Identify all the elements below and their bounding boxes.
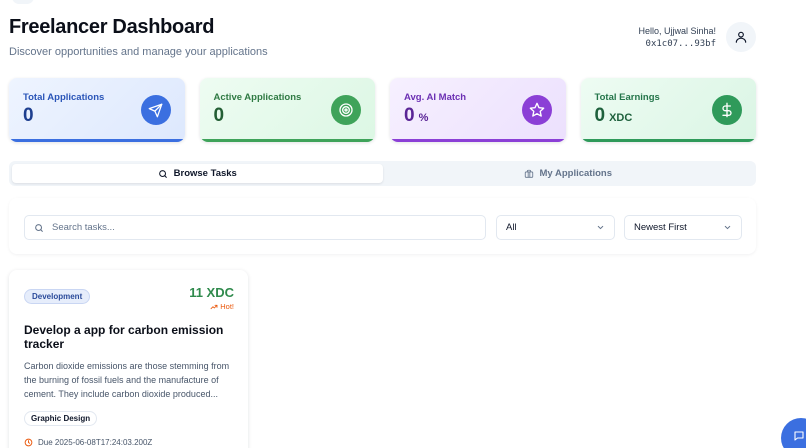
dollar-icon (712, 95, 742, 125)
tab-my-applications[interactable]: My Applications (383, 164, 754, 183)
user-icon (735, 31, 747, 43)
trending-up-icon (210, 304, 218, 309)
star-icon (521, 95, 552, 125)
stat-total-earnings: Total Earnings 0 XDC (580, 78, 756, 142)
stat-number: 0 (213, 105, 225, 126)
stat-ai-match: Avg. AI Match 0% (390, 78, 566, 142)
task-title: Develop a app for carbon emission tracke… (24, 323, 224, 351)
top-scroll-stub (12, 0, 34, 4)
hot-badge: Hot! (189, 302, 234, 311)
page-header: Freelancer Dashboard Discover opportunit… (9, 16, 756, 66)
send-icon (140, 95, 171, 125)
category-badge: Development (24, 289, 91, 304)
skill-tag: Graphic Design (24, 411, 98, 426)
chevron-down-icon (724, 225, 731, 230)
task-card[interactable]: Development 11 XDC Hot! Develop a app fo… (9, 270, 248, 448)
due-date-text: Due 2025-06-08T17:24:03.200Z (38, 438, 153, 447)
search-box[interactable] (24, 215, 486, 240)
profile-button[interactable] (726, 22, 756, 52)
sort-select-value: Newest First (634, 222, 687, 233)
wallet-address: 0x1c07...93bf (645, 39, 716, 49)
message-icon (794, 431, 804, 441)
search-input[interactable] (52, 222, 452, 233)
user-greeting: Hello, Ujjwal Sinha! (638, 26, 716, 36)
task-description: Carbon dioxide emissions are those stemm… (24, 361, 230, 399)
stat-number: 0 (23, 105, 34, 126)
category-select-value: All (506, 222, 517, 233)
stat-total-applications: Total Applications 0 (9, 78, 185, 142)
chat-button[interactable] (781, 418, 806, 448)
stat-unit: % (418, 112, 429, 124)
search-icon (35, 223, 43, 232)
sort-select[interactable]: Newest First (624, 215, 742, 240)
tab-bar: Browse Tasks My Applications (9, 161, 756, 186)
briefcase-icon (524, 169, 533, 178)
reward-amount: 11 XDC (189, 285, 234, 300)
target-icon (331, 95, 361, 125)
tab-browse-tasks[interactable]: Browse Tasks (12, 164, 383, 183)
reward-block: 11 XDC Hot! (189, 285, 234, 311)
clock-icon (24, 438, 33, 447)
search-icon (158, 169, 167, 178)
stat-number: 0 (404, 105, 415, 126)
hot-label: Hot! (220, 302, 234, 311)
stats-row: Total Applications 0 Active Applications… (9, 78, 756, 142)
user-info: Hello, Ujjwal Sinha! 0x1c07...93bf (638, 26, 716, 49)
due-date: Due 2025-06-08T17:24:03.200Z (24, 438, 233, 447)
stat-number: 0 (594, 105, 606, 126)
filter-panel: All Newest First (9, 198, 756, 254)
stat-unit: XDC (609, 112, 633, 124)
stat-active-applications: Active Applications 0 (199, 78, 375, 142)
chevron-down-icon (597, 225, 604, 230)
tab-label: Browse Tasks (173, 168, 237, 179)
tab-label: My Applications (539, 168, 613, 179)
category-select[interactable]: All (496, 215, 615, 240)
